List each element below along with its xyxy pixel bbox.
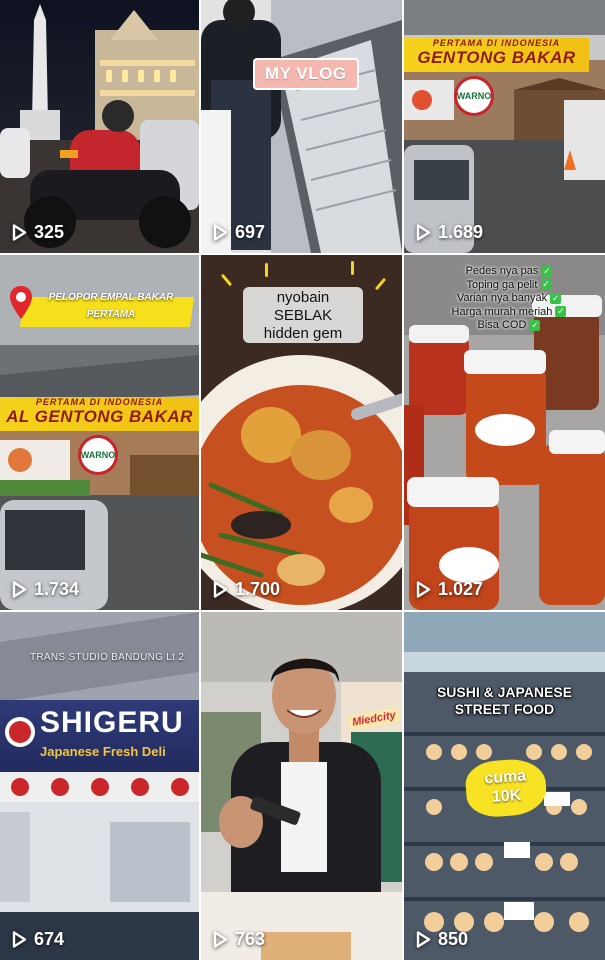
location-label: TRANS STUDIO BANDUNG Lt 2 — [30, 652, 185, 663]
store-sign-banner: PERTAMA DI INDONESIA GENTONG BAKAR — [404, 38, 589, 72]
view-count-label: 763 — [235, 929, 266, 949]
play-icon — [12, 224, 27, 241]
decor-ray — [351, 261, 354, 275]
decor-ray — [265, 263, 268, 277]
caption-box: nyobain SEBLAK hidden gem — [243, 287, 363, 343]
caption-line-3: hidden gem — [263, 325, 343, 342]
caption-tag-text: PELOPOR EMPAL BAKAR PERTAMA — [48, 292, 174, 320]
checklist-item-label: Pedes nya pas — [465, 265, 539, 277]
view-count: 850 — [416, 929, 468, 950]
view-count-label: 1.734 — [34, 579, 80, 599]
store-sign-banner: PERTAMA DI INDONESIA AL GENTONG BAKAR — [0, 397, 199, 431]
view-count: 674 — [12, 929, 64, 950]
caption-title-line-1: SUSHI & JAPANESE — [436, 684, 573, 700]
checklist-item: Bisa COD ✓ — [414, 319, 604, 333]
view-count: 697 — [213, 222, 265, 243]
store-name: SHIGERU — [40, 706, 184, 739]
play-icon — [213, 581, 228, 598]
checklist-item: Pedes nya pas ✓ — [414, 265, 604, 279]
video-thumbnail-7[interactable]: TRANS STUDIO BANDUNG Lt 2 SHIGERU Japane… — [0, 612, 199, 960]
warno-logo: WARNO — [78, 435, 118, 475]
caption-checklist: Pedes nya pas ✓ Toping ga pelit ✓ Varian… — [414, 265, 604, 333]
vlog-title-overlay: MY VLOG — [253, 58, 359, 90]
caption-line-2: SEBLAK — [273, 307, 333, 324]
view-count: 1.689 — [416, 222, 483, 243]
view-count-label: 674 — [34, 929, 65, 949]
video-thumbnail-8[interactable]: Miedcity 763 — [201, 612, 402, 960]
store-sign-small-text: PERTAMA DI INDONESIA — [35, 397, 164, 407]
view-count-label: 1.027 — [438, 579, 484, 599]
caption-title-line-2: STREET FOOD — [454, 701, 555, 717]
store-sign-text: GENTONG BAKAR — [417, 48, 576, 67]
check-icon: ✓ — [555, 306, 567, 318]
warno-logo: WARNO — [454, 76, 494, 116]
thumbnail-image — [201, 0, 402, 253]
price-badge-line-2: 10K — [491, 786, 522, 806]
view-count-label: 697 — [235, 222, 266, 242]
thumbnail-image — [201, 612, 402, 960]
checklist-item-label: Harga murah meriah — [451, 305, 553, 318]
checklist-item-label: Toping ga pelit — [466, 278, 538, 291]
checklist-item-label: Bisa COD — [477, 319, 527, 331]
video-thumbnail-6[interactable]: Pedes nya pas ✓ Toping ga pelit ✓ Varian… — [404, 255, 605, 610]
caption-line-1: nyobain — [276, 289, 330, 306]
play-icon — [12, 931, 27, 948]
store-logo-icon — [5, 717, 35, 747]
video-thumbnail-5[interactable]: nyobain SEBLAK hidden gem 1.700 — [201, 255, 402, 610]
view-count: 1.700 — [213, 579, 280, 600]
play-icon — [416, 224, 431, 241]
video-thumbnail-1[interactable]: 325 — [0, 0, 199, 253]
location-pin-icon — [10, 286, 32, 319]
store-sign-small-text: PERTAMA DI INDONESIA — [432, 38, 561, 48]
view-count-label: 1.700 — [235, 579, 281, 599]
view-count: 1.027 — [416, 579, 483, 600]
video-thumbnail-4[interactable]: PELOPOR EMPAL BAKAR PERTAMA PERTAMA DI I… — [0, 255, 199, 610]
view-count-label: 850 — [438, 929, 469, 949]
video-thumbnail-3[interactable]: PERTAMA DI INDONESIA GENTONG BAKAR WARNO… — [404, 0, 605, 253]
checklist-item: Harga murah meriah ✓ — [414, 306, 604, 320]
caption-tag: PELOPOR EMPAL BAKAR PERTAMA — [8, 285, 195, 327]
store-subtitle: Japanese Fresh Deli — [40, 744, 166, 759]
view-count: 325 — [12, 222, 64, 243]
view-count-label: 1.689 — [438, 222, 484, 242]
check-icon: ✓ — [550, 292, 562, 304]
play-icon — [213, 224, 228, 241]
video-grid: 325 MY VLOG 697 PERTAMA DI INDONESIA GEN… — [0, 0, 605, 960]
check-icon: ✓ — [541, 265, 553, 277]
checklist-item: Varian nya banyak ✓ — [414, 292, 604, 306]
check-icon: ✓ — [529, 319, 541, 331]
video-thumbnail-2[interactable]: MY VLOG 697 — [201, 0, 402, 253]
checklist-item-label: Varian nya banyak — [456, 292, 548, 304]
play-icon — [12, 581, 27, 598]
store-sign: SHIGERU Japanese Fresh Deli — [0, 700, 199, 772]
check-icon: ✓ — [540, 279, 552, 291]
store-sign-text: AL GENTONG BAKAR — [6, 407, 193, 426]
view-count: 1.734 — [12, 579, 79, 600]
video-thumbnail-9[interactable]: SUSHI & JAPANESE STREET FOOD cuma 10K 85… — [404, 612, 605, 960]
play-icon — [213, 931, 228, 948]
play-icon — [416, 931, 431, 948]
thumbnail-image — [0, 0, 199, 253]
caption-title: SUSHI & JAPANESE STREET FOOD — [404, 684, 605, 718]
view-count: 763 — [213, 929, 265, 950]
view-count-label: 325 — [34, 222, 65, 242]
play-icon — [416, 581, 431, 598]
thumbnail-image — [0, 612, 199, 960]
checklist-item: Toping ga pelit ✓ — [414, 279, 604, 293]
